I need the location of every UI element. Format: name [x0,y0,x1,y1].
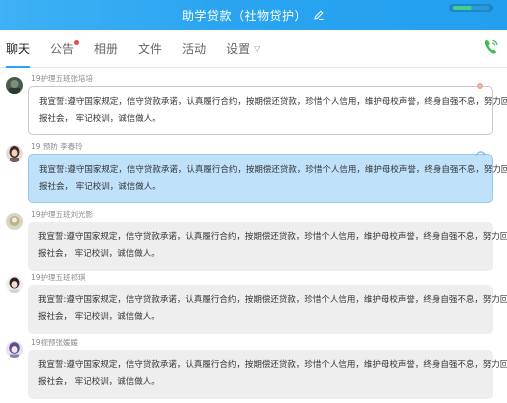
group-tab-bar: 聊天 公告 相册 文件 活动 设置 ▽ [0,30,507,68]
edit-pencil-icon[interactable] [313,9,325,21]
message-text-line-1: 我宣誓:遵守国家规定，信守贷款承诺，认真履行合约，按期偿还贷款，珍惜个人信用，维… [38,232,507,242]
sender-name[interactable]: 19护理五班祁琪 [31,272,86,283]
phone-call-icon[interactable] [483,38,499,56]
sender-name[interactable]: 19视预张媛媛 [31,337,78,348]
tab-announcement-label: 公告 [50,42,75,56]
tab-settings[interactable]: 设置 ▽ [226,30,260,68]
message-bubble[interactable]: 我宣誓:遵守国家规定，信守贷款承诺，认真履行合约，按期偿还贷款，珍惜个人信用，维… [28,151,507,203]
group-title: 助学贷款（社物贷护） [181,8,307,23]
message-text-line-2: 报社会， 牢记校训，诚信做人。 [39,114,161,124]
tab-chat-label: 聊天 [6,42,31,56]
window-status-widget[interactable] [449,4,493,12]
message-bubble[interactable]: 我宣誓:遵守国家规定，信守贷款承诺，认真履行合约，按期偿还贷款，珍惜个人信用，维… [28,285,507,334]
tab-announcement[interactable]: 公告 [50,30,80,68]
flower-decoration-icon [474,80,486,92]
tab-files-label: 文件 [138,42,163,56]
message-bubble[interactable]: 我宣誓:遵守国家规定，信守贷款承诺，认真履行合约，按期偿还贷款，珍惜个人信用，维… [28,83,507,135]
avatar[interactable] [6,145,23,162]
tab-chat[interactable]: 聊天 [6,30,31,68]
tab-album-label: 相册 [94,42,119,56]
tab-files[interactable]: 文件 [138,30,162,68]
window-titlebar: 助学贷款（社物贷护） [0,0,507,30]
avatar[interactable] [6,213,23,230]
message-text-line-2: 报社会， 牢记校训，诚信做人。 [38,249,160,259]
message-text-line-1: 我宣誓:遵守国家规定，信守贷款承诺，认真履行合约，按期偿还贷款，珍惜个人信用，维… [39,165,507,175]
sender-name[interactable]: 19护理五班张培培 [31,73,93,84]
tab-activity[interactable]: 活动 [182,30,206,68]
chevron-down-icon: ▽ [254,44,261,53]
message-text-line-1: 我宣誓:遵守国家规定，信守贷款承诺，认真履行合约，按期偿还贷款，珍惜个人信用，维… [38,295,507,305]
tab-settings-label: 设置 [226,42,251,56]
bubble-corner-decoration-icon [474,148,486,160]
avatar[interactable] [6,77,23,94]
avatar[interactable] [6,341,23,358]
message-text-line-1: 我宣誓:遵守国家规定，信守贷款承诺，认真履行合约，按期偿还贷款，珍惜个人信用，维… [38,360,507,370]
unread-dot-icon [74,39,80,45]
message-bubble[interactable]: 我宣誓:遵守国家规定，信守贷款承诺，认真履行合约，按期偿还贷款，珍惜个人信用，维… [28,222,507,271]
sender-name[interactable]: 19护理五班刘光影 [31,209,93,220]
message-text-line-1: 我宣誓:遵守国家规定，信守贷款承诺，认真履行合约，按期偿还贷款，珍惜个人信用，维… [39,97,507,107]
message-bubble[interactable]: 我宣誓:遵守国家规定，信守贷款承诺，认真履行合约，按期偿还贷款，珍惜个人信用，维… [28,350,507,399]
message-text-line-2: 报社会， 牢记校训，诚信做人。 [38,312,160,322]
message-text-line-2: 报社会， 牢记校训，诚信做人。 [39,182,161,192]
message-text-line-2: 报社会， 牢记校训，诚信做人。 [38,377,160,387]
avatar[interactable] [6,276,23,293]
tab-album[interactable]: 相册 [94,30,118,68]
sender-name[interactable]: 19 预防 李春玲 [31,141,83,152]
tab-activity-label: 活动 [182,42,207,56]
